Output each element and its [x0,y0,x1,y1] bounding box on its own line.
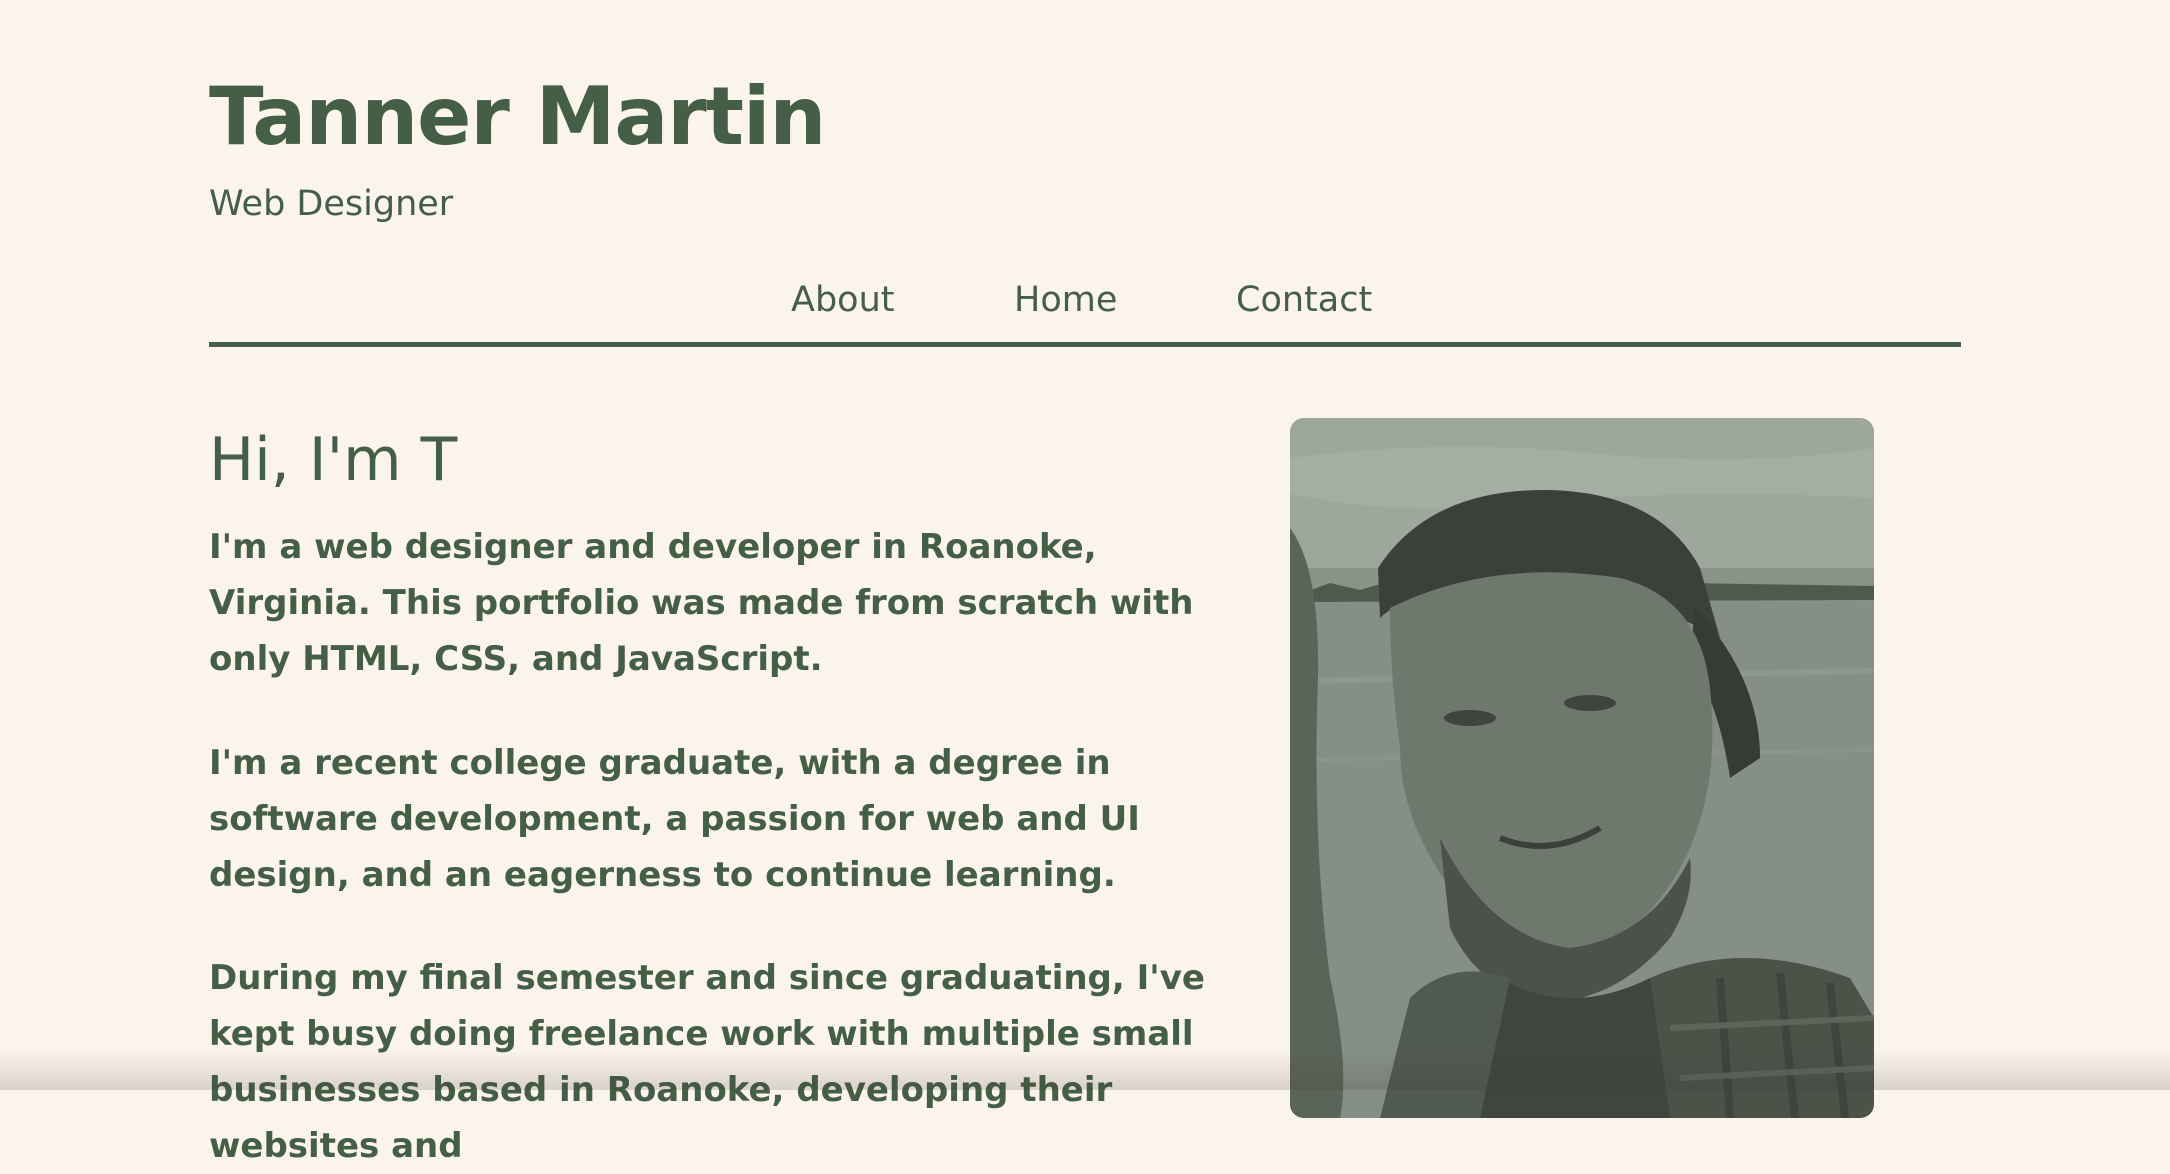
bio-paragraph: I'm a web designer and developer in Roan… [209,527,1194,679]
nav-link-about[interactable]: About [791,270,894,330]
intro-heading: Hi, I'm T [209,425,458,495]
nav-link-contact[interactable]: Contact [1236,270,1372,330]
site-subtitle: Web Designer [209,184,454,224]
main-nav: About Home Contact [209,270,1961,332]
nav-divider [209,342,1961,347]
profile-photo-image [1290,418,1874,1118]
site-name: Tanner Martin [209,70,826,163]
bio-paragraph: During my final semester and since gradu… [209,958,1205,1166]
bio-paragraph: I'm a recent college graduate, with a de… [209,743,1140,895]
nav-link-home[interactable]: Home [1014,270,1117,330]
profile-photo [1290,418,1874,1118]
